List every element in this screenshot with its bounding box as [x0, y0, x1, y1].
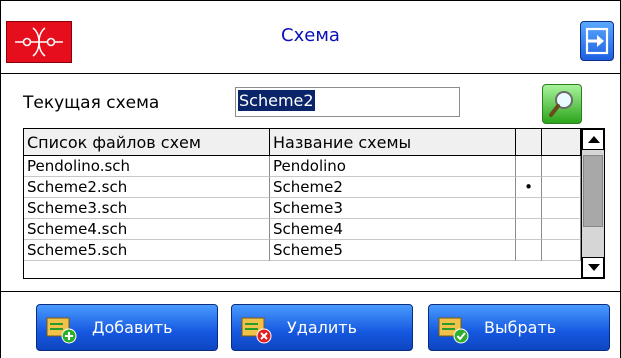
delete-icon [241, 317, 272, 344]
table-row-name[interactable]: Scheme4 [270, 219, 516, 240]
page-title: Схема [281, 25, 340, 46]
header: Схема [1, 1, 620, 74]
bottom-toolbar: Добавить Удалить Выбрать [1, 291, 620, 358]
table-row-extra[interactable] [542, 240, 581, 261]
current-scheme-value: Scheme2 [238, 90, 315, 111]
delete-button-label: Удалить [287, 318, 357, 337]
current-scheme-input[interactable]: Scheme2 [235, 87, 460, 117]
table-row-name[interactable]: Scheme3 [270, 198, 516, 219]
table-row-file[interactable]: Scheme3.sch [24, 198, 270, 219]
table-row-name[interactable]: Scheme5 [270, 240, 516, 261]
delete-button[interactable]: Удалить [231, 304, 413, 351]
scroll-up-button[interactable] [582, 129, 604, 150]
select-button-label: Выбрать [484, 318, 557, 337]
column-header-file[interactable]: Список файлов схем [24, 129, 270, 156]
add-icon [46, 317, 77, 344]
scroll-thumb[interactable] [583, 155, 603, 227]
table-row-extra[interactable] [542, 219, 581, 240]
table-row-mark[interactable]: • [516, 177, 542, 198]
table-row-file[interactable]: Scheme2.sch [24, 177, 270, 198]
column-header-name[interactable]: Название схемы [270, 129, 516, 156]
table-row-file[interactable]: Scheme5.sch [24, 240, 270, 261]
table-row-extra[interactable] [542, 177, 581, 198]
table-row-extra[interactable] [542, 198, 581, 219]
exit-button[interactable] [580, 21, 614, 61]
table-row-name[interactable]: Pendolino [270, 156, 516, 177]
table-row-file[interactable]: Pendolino.sch [24, 156, 270, 177]
scroll-down-button[interactable] [582, 257, 604, 278]
table-row-extra[interactable] [542, 156, 581, 177]
table-row-file[interactable]: Scheme4.sch [24, 219, 270, 240]
select-button[interactable]: Выбрать [428, 304, 610, 351]
select-icon [438, 317, 469, 344]
add-button[interactable]: Добавить [36, 304, 218, 351]
column-header-extra[interactable] [542, 129, 581, 156]
schemes-table: Список файлов схем Название схемы Pendol… [23, 128, 605, 279]
table-row-mark[interactable] [516, 240, 542, 261]
search-button[interactable] [542, 84, 582, 124]
exit-icon [585, 27, 609, 55]
current-scheme-label: Текущая схема [23, 93, 160, 113]
search-icon [549, 91, 573, 117]
app-window: Схема Текущая схема Scheme2 Список файло… [0, 0, 621, 358]
vertical-scrollbar[interactable] [581, 129, 604, 278]
add-button-label: Добавить [92, 318, 173, 337]
column-header-mark[interactable] [516, 129, 542, 156]
table-row-mark[interactable] [516, 198, 542, 219]
table-row-name[interactable]: Scheme2 [270, 177, 516, 198]
table-row-mark[interactable] [516, 156, 542, 177]
table-row-mark[interactable] [516, 219, 542, 240]
